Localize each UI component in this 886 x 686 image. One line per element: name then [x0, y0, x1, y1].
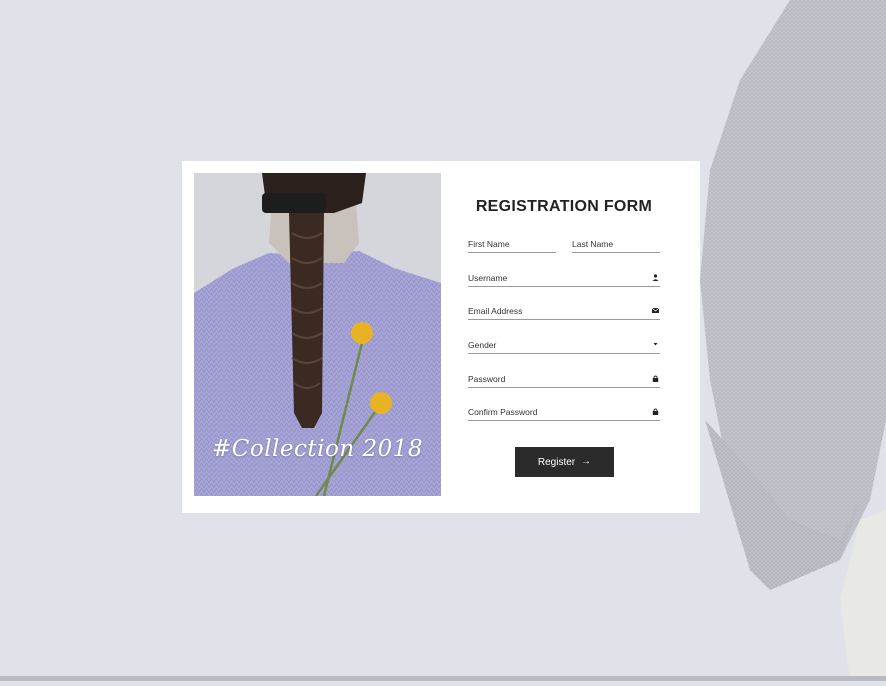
username-placeholder: Username [468, 273, 508, 283]
registration-form: REGISTRATION FORM First Name Last Name U… [468, 161, 660, 513]
background-sweater-image [690, 0, 886, 681]
first-name-placeholder: First Name [468, 239, 510, 249]
form-title: REGISTRATION FORM [475, 198, 653, 215]
last-name-placeholder: Last Name [572, 239, 614, 249]
envelope-icon [650, 303, 660, 319]
caret-down-icon [650, 337, 660, 353]
gender-select[interactable]: Gender [468, 337, 660, 354]
confirm-password-placeholder: Confirm Password [468, 407, 538, 417]
window-bottom-edge [0, 676, 886, 681]
arrow-right-icon: → [581, 456, 592, 467]
first-name-field[interactable]: First Name [468, 236, 556, 253]
email-placeholder: Email Address [468, 306, 523, 316]
collection-caption: #Collection 2018 [211, 436, 424, 462]
lock-icon [650, 404, 660, 420]
last-name-field[interactable]: Last Name [572, 236, 660, 253]
user-icon [650, 270, 660, 286]
collection-photo: #Collection 2018 [194, 173, 441, 496]
password-placeholder: Password [468, 374, 506, 384]
register-button[interactable]: Register → [515, 447, 614, 477]
confirm-password-field[interactable]: Confirm Password [468, 404, 660, 421]
password-field[interactable]: Password [468, 371, 660, 388]
username-field[interactable]: Username [468, 270, 660, 287]
lock-icon [650, 371, 660, 387]
registration-card: #Collection 2018 REGISTRATION FORM First… [182, 161, 700, 513]
email-field[interactable]: Email Address [468, 303, 660, 320]
gender-placeholder: Gender [468, 340, 497, 350]
register-button-label: Register [537, 456, 576, 468]
